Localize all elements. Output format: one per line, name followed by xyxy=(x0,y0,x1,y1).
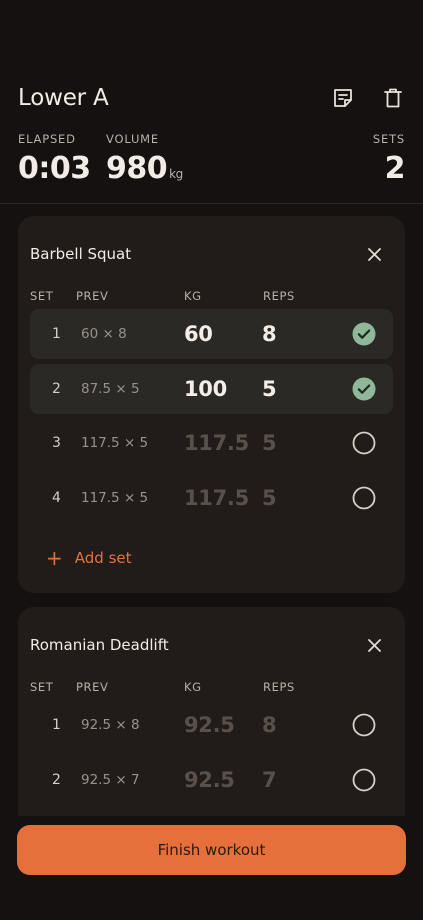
col-set: SET xyxy=(30,289,54,303)
close-icon[interactable] xyxy=(365,636,383,654)
elapsed-label: ELAPSED xyxy=(18,132,76,146)
set-previous: 92.5 × 8 xyxy=(81,717,140,733)
exercise-name[interactable]: Romanian Deadlift xyxy=(30,636,169,654)
finish-workout-button[interactable]: Finish workout xyxy=(17,825,406,875)
reps-input[interactable]: 5 xyxy=(262,473,277,523)
set-row: 3 117.5 × 5 117.5 5 xyxy=(30,418,393,468)
weight-input[interactable]: 92.5 xyxy=(184,755,235,805)
notes-icon[interactable] xyxy=(331,86,355,110)
col-set: SET xyxy=(30,680,54,694)
reps-input[interactable]: 8 xyxy=(262,309,277,359)
reps-input[interactable]: 8 xyxy=(262,700,277,750)
set-number: 1 xyxy=(52,717,61,733)
volume-value: 980 xyxy=(106,151,168,186)
column-headers: SET PREV KG REPS xyxy=(18,680,405,696)
set-row: 2 92.5 × 7 92.5 7 xyxy=(30,755,393,805)
exercise-card: Barbell Squat SET PREV KG REPS 1 60 × 8 … xyxy=(18,216,405,593)
volume-value-wrap: 980 kg xyxy=(106,151,183,186)
reps-input[interactable]: 7 xyxy=(262,755,277,805)
trash-icon[interactable] xyxy=(381,86,405,110)
set-row: 1 60 × 8 60 8 xyxy=(30,309,393,359)
set-previous: 87.5 × 5 xyxy=(81,381,140,397)
col-reps: REPS xyxy=(263,680,295,694)
set-previous: 92.5 × 7 xyxy=(81,772,140,788)
empty-circle-icon[interactable] xyxy=(352,418,376,468)
set-row: 4 117.5 × 5 117.5 5 xyxy=(30,473,393,523)
set-number: 2 xyxy=(52,381,61,397)
set-row: 1 92.5 × 8 92.5 8 xyxy=(30,700,393,750)
col-prev: PREV xyxy=(76,289,109,303)
set-row: 2 87.5 × 5 100 5 xyxy=(30,364,393,414)
sets-label: SETS xyxy=(372,132,405,146)
workout-title[interactable]: Lower A xyxy=(18,85,109,111)
sets-stat: SETS 2 xyxy=(372,132,406,186)
exercise-name[interactable]: Barbell Squat xyxy=(30,245,131,263)
reps-input[interactable]: 5 xyxy=(262,418,277,468)
add-set-button[interactable]: + Add set xyxy=(46,546,132,570)
exercise-header: Romanian Deadlift xyxy=(30,633,383,657)
empty-circle-icon[interactable] xyxy=(352,700,376,750)
empty-circle-icon[interactable] xyxy=(352,755,376,805)
col-kg: KG xyxy=(184,289,202,303)
weight-input[interactable]: 117.5 xyxy=(184,418,249,468)
col-reps: REPS xyxy=(263,289,295,303)
volume-label: VOLUME xyxy=(106,132,159,146)
plus-icon: + xyxy=(46,546,63,570)
volume-stat: VOLUME 980 kg xyxy=(106,132,183,186)
elapsed-value: 0:03 xyxy=(18,151,91,186)
empty-circle-icon[interactable] xyxy=(352,473,376,523)
set-number: 1 xyxy=(52,326,61,342)
divider xyxy=(0,203,423,204)
volume-unit: kg xyxy=(169,167,183,181)
column-headers: SET PREV KG REPS xyxy=(18,289,405,305)
header-actions xyxy=(331,86,405,110)
set-previous: 60 × 8 xyxy=(81,326,127,342)
weight-input[interactable]: 100 xyxy=(184,364,227,414)
check-circle-icon[interactable] xyxy=(352,364,376,414)
exercise-header: Barbell Squat xyxy=(30,242,383,266)
exercise-card: Romanian Deadlift SET PREV KG REPS 1 92.… xyxy=(18,607,405,837)
reps-input[interactable]: 5 xyxy=(262,364,277,414)
add-set-label: Add set xyxy=(74,549,132,567)
set-number: 4 xyxy=(52,490,61,506)
weight-input[interactable]: 117.5 xyxy=(184,473,249,523)
set-previous: 117.5 × 5 xyxy=(81,435,149,451)
set-number: 2 xyxy=(52,772,61,788)
weight-input[interactable]: 92.5 xyxy=(184,700,235,750)
set-previous: 117.5 × 5 xyxy=(81,490,149,506)
weight-input[interactable]: 60 xyxy=(184,309,213,359)
col-prev: PREV xyxy=(76,680,109,694)
elapsed-stat: ELAPSED 0:03 xyxy=(18,132,91,186)
set-number: 3 xyxy=(52,435,61,451)
workout-screen: Lower A ELAPSED 0:03 VOLUME 980 kg SETS … xyxy=(0,0,423,920)
stats-bar: ELAPSED 0:03 VOLUME 980 kg SETS 2 xyxy=(18,132,406,192)
header: Lower A xyxy=(18,78,405,118)
col-kg: KG xyxy=(184,680,202,694)
close-icon[interactable] xyxy=(365,245,383,263)
check-circle-icon[interactable] xyxy=(352,309,376,359)
sets-value: 2 xyxy=(384,151,406,186)
